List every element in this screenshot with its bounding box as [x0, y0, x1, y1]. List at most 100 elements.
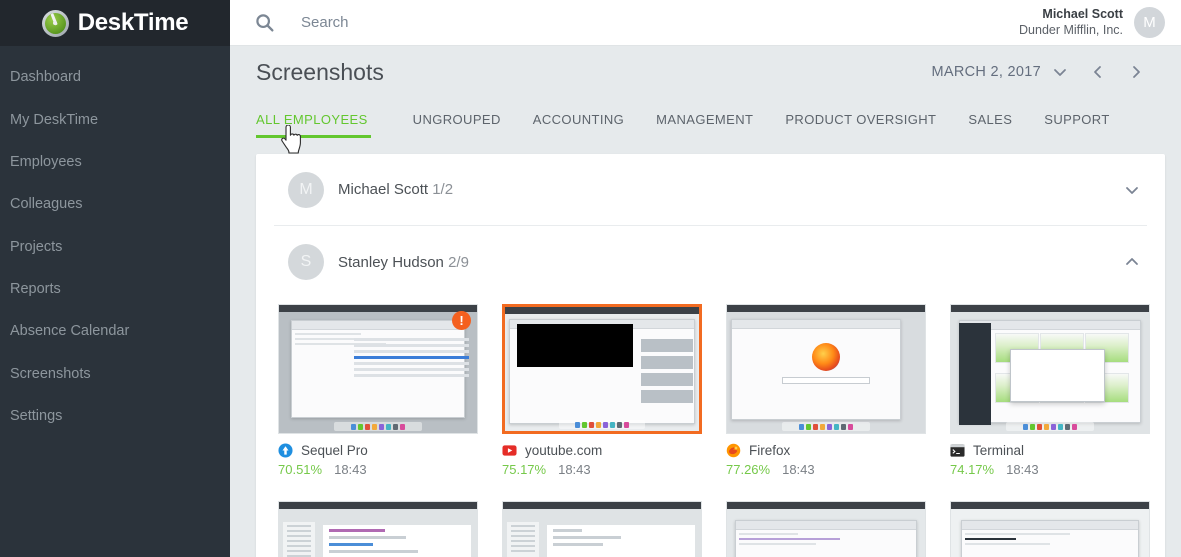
screenshot-time: 18:43 [1006, 462, 1039, 477]
productivity-percent: 75.17% [502, 462, 547, 477]
tab-management[interactable]: MANAGEMENT [640, 112, 769, 138]
screenshot-time: 18:43 [334, 462, 367, 477]
sidebar: DeskTime Dashboard My DeskTime Employees… [0, 0, 230, 557]
employee-name: Stanley Hudson 2/9 [338, 254, 469, 271]
tab-accounting[interactable]: ACCOUNTING [517, 112, 640, 138]
user-menu[interactable]: Michael Scott Dunder Mifflin, Inc. M [1019, 7, 1165, 38]
search-input[interactable] [301, 14, 621, 31]
date-dropdown-button[interactable] [1041, 55, 1079, 89]
screenshot-thumbnail[interactable] [278, 501, 478, 557]
sidebar-item-projects[interactable]: Projects [0, 226, 230, 268]
sidebar-item-dashboard[interactable]: Dashboard [0, 56, 230, 98]
main-content: Michael Scott Dunder Mifflin, Inc. M Scr… [230, 0, 1181, 557]
page-title: Screenshots [256, 58, 384, 85]
screenshot-item[interactable]: youtube.com 75.17% 18:43 [502, 304, 702, 477]
tab-support[interactable]: SUPPORT [1028, 112, 1125, 138]
chevron-up-icon [1126, 258, 1138, 265]
sidebar-item-absence-calendar[interactable]: Absence Calendar [0, 310, 230, 352]
sidebar-item-colleagues[interactable]: Colleagues [0, 183, 230, 225]
employee-group-tabs: ALL EMPLOYEES UNGROUPED ACCOUNTING MANAG… [230, 98, 1181, 138]
tab-sales[interactable]: SALES [952, 112, 1028, 138]
screenshot-item[interactable] [502, 501, 702, 557]
chevron-down-icon [1126, 186, 1138, 194]
user-company: Dunder Mifflin, Inc. [1019, 22, 1123, 37]
chevron-down-icon [1054, 69, 1066, 76]
app-name: Sequel Pro [301, 443, 368, 458]
app-name: youtube.com [525, 443, 603, 458]
tab-all-employees[interactable]: ALL EMPLOYEES [256, 112, 384, 138]
sidebar-item-employees[interactable]: Employees [0, 141, 230, 183]
date-navigation: MARCH 2, 2017 [932, 55, 1155, 89]
employee-name: Michael Scott 1/2 [338, 181, 453, 198]
thumbnail-image [279, 502, 477, 557]
screenshot-item[interactable]: Terminal 74.17% 18:43 [950, 304, 1150, 477]
avatar[interactable]: M [1134, 7, 1165, 38]
employee-name-text: Stanley Hudson [338, 253, 444, 271]
user-name: Michael Scott [1042, 6, 1123, 21]
employee-screenshot-count: 2/9 [448, 253, 469, 271]
search-area[interactable] [254, 12, 1019, 34]
employee-collapse-toggle[interactable] [1117, 254, 1147, 270]
firefox-icon [726, 443, 741, 458]
employee-screenshot-count: 1/2 [432, 181, 454, 198]
screenshot-meta: Terminal 74.17% 18:43 [950, 434, 1150, 477]
screenshot-thumbnail-terminal[interactable] [950, 304, 1150, 434]
sidebar-item-screenshots[interactable]: Screenshots [0, 353, 230, 395]
date-label: MARCH 2, 2017 [931, 64, 1041, 80]
page-header: Screenshots MARCH 2, 2017 [230, 46, 1181, 98]
productivity-percent: 77.26% [726, 462, 771, 477]
employee-row-michael-scott[interactable]: M Michael Scott 1/2 [274, 154, 1147, 226]
thumbnail-image [951, 305, 1149, 433]
sidebar-item-reports[interactable]: Reports [0, 268, 230, 310]
screenshot-meta: Sequel Pro 70.51% 18:43 [278, 434, 478, 477]
screenshot-time: 18:43 [558, 462, 591, 477]
tab-product-oversight[interactable]: PRODUCT OVERSIGHT [769, 112, 952, 138]
tab-ungrouped[interactable]: UNGROUPED [397, 112, 517, 138]
screenshot-item[interactable] [278, 501, 478, 557]
next-day-button[interactable] [1117, 55, 1155, 89]
screenshot-thumbnail-sequel-pro[interactable]: ! [278, 304, 478, 434]
sidebar-item-settings[interactable]: Settings [0, 395, 230, 437]
thumbnail-image [951, 502, 1149, 557]
alert-exclamation-icon[interactable]: ! [452, 311, 471, 330]
thumbnail-image [727, 502, 925, 557]
employee-name-text: Michael Scott [338, 181, 429, 198]
brand-name: DeskTime [77, 9, 189, 36]
previous-day-button[interactable] [1079, 55, 1117, 89]
sidebar-nav: Dashboard My DeskTime Employees Colleagu… [0, 46, 230, 437]
employee-row-stanley-hudson[interactable]: S Stanley Hudson 2/9 [274, 226, 1147, 298]
screenshot-thumbnail-firefox[interactable] [726, 304, 926, 434]
avatar: S [288, 244, 324, 280]
employee-collapse-toggle[interactable] [1117, 182, 1147, 198]
chevron-left-icon [1094, 66, 1101, 78]
youtube-icon [502, 445, 517, 456]
thumbnail-image [505, 307, 699, 431]
screenshot-item[interactable] [726, 501, 926, 557]
screenshot-item[interactable]: Firefox 77.26% 18:43 [726, 304, 926, 477]
productivity-percent: 70.51% [278, 462, 323, 477]
app-name: Firefox [749, 443, 791, 458]
sequelpro-icon [278, 443, 293, 458]
screenshot-item[interactable] [950, 501, 1150, 557]
screenshots-card: M Michael Scott 1/2 S Stanley Hudson 2/9 [256, 154, 1165, 557]
chevron-right-icon [1133, 66, 1140, 78]
sidebar-item-my-desktime[interactable]: My DeskTime [0, 98, 230, 140]
app-root: DeskTime Dashboard My DeskTime Employees… [0, 0, 1181, 557]
app-name: Terminal [973, 443, 1025, 458]
brand-logo-area[interactable]: DeskTime [0, 0, 230, 46]
user-text: Michael Scott Dunder Mifflin, Inc. [1019, 7, 1123, 38]
search-icon[interactable] [254, 12, 276, 34]
screenshot-grid-row-2 [274, 495, 1150, 557]
screenshot-thumbnail[interactable] [502, 501, 702, 557]
screenshot-item[interactable]: ! Sequel Pro 70.51% 18:43 [278, 304, 478, 477]
terminal-icon [950, 444, 965, 457]
gauge-icon [41, 9, 69, 37]
screenshot-thumbnail[interactable] [950, 501, 1150, 557]
avatar: M [288, 171, 324, 208]
screenshot-thumbnail[interactable] [726, 501, 926, 557]
thumbnail-image [279, 305, 477, 433]
screenshot-thumbnail-youtube[interactable] [502, 304, 702, 434]
thumbnail-image [727, 305, 925, 433]
top-bar: Michael Scott Dunder Mifflin, Inc. M [230, 0, 1181, 46]
thumbnail-image [503, 502, 701, 557]
